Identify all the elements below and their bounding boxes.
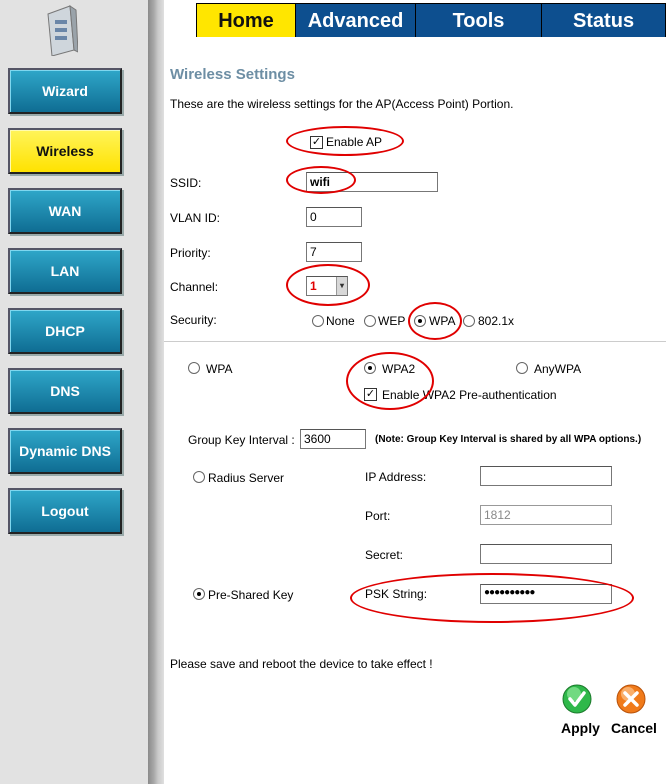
main-content: Home Advanced Tools Status Wireless Sett… (164, 0, 666, 784)
annotation-oval (350, 573, 634, 623)
annotation-oval (408, 302, 462, 340)
sidebar: Wizard Wireless WAN LAN DHCP DNS Dynamic… (0, 0, 148, 784)
sidebar-item-wizard[interactable]: Wizard (8, 68, 122, 114)
security-label: Security: (170, 313, 217, 327)
security-wep-radio[interactable] (364, 315, 376, 327)
wpa-mode-anywpa-label: AnyWPA (534, 362, 582, 376)
apply-button[interactable]: Apply (561, 720, 600, 736)
security-none-label: None (326, 314, 355, 328)
ip-address-input[interactable] (480, 466, 612, 486)
vlan-input[interactable]: 0 (306, 207, 362, 227)
tab-tools[interactable]: Tools (416, 3, 542, 37)
tab-advanced[interactable]: Advanced (296, 3, 416, 37)
radius-server-label: Radius Server (208, 471, 285, 485)
apply-check-icon[interactable] (562, 684, 592, 714)
priority-label: Priority: (170, 246, 211, 260)
sidebar-item-dynamic-dns[interactable]: Dynamic DNS (8, 428, 122, 474)
annotation-oval (346, 352, 434, 410)
tab-bar: Home Advanced Tools Status (164, 0, 666, 38)
group-key-input[interactable]: 3600 (300, 429, 366, 449)
annotation-oval (286, 126, 404, 156)
ip-address-label: IP Address: (365, 470, 427, 484)
ssid-label: SSID: (170, 176, 202, 190)
tab-home[interactable]: Home (196, 3, 296, 37)
security-8021x-label: 802.1x (478, 314, 515, 328)
sidebar-item-wan[interactable]: WAN (8, 188, 122, 234)
priority-input[interactable]: 7 (306, 242, 362, 262)
sidebar-item-dhcp[interactable]: DHCP (8, 308, 122, 354)
psk-radio[interactable] (193, 588, 205, 600)
sidebar-item-dns[interactable]: DNS (8, 368, 122, 414)
secret-label: Secret: (365, 548, 404, 562)
security-8021x-radio[interactable] (463, 315, 475, 327)
wpa-mode-wpa-radio[interactable] (188, 362, 200, 374)
port-label: Port: (365, 509, 391, 523)
tab-status[interactable]: Status (542, 3, 666, 37)
annotation-oval (286, 166, 356, 194)
section-divider (164, 341, 666, 342)
radius-server-radio[interactable] (193, 471, 205, 483)
sidebar-item-lan[interactable]: LAN (8, 248, 122, 294)
security-wep-label: WEP (378, 314, 406, 328)
port-input[interactable]: 1812 (480, 505, 612, 525)
sidebar-item-wireless[interactable]: Wireless (8, 128, 122, 174)
group-key-label: Group Key Interval : (188, 433, 295, 447)
cancel-button[interactable]: Cancel (611, 720, 657, 736)
secret-input[interactable] (480, 544, 612, 564)
group-key-note: (Note: Group Key Interval is shared by a… (375, 434, 642, 445)
security-none-radio[interactable] (312, 315, 324, 327)
sidebar-item-logout[interactable]: Logout (8, 488, 122, 534)
wpa-mode-wpa-label: WPA (206, 362, 233, 376)
save-note: Please save and reboot the device to tak… (170, 657, 433, 671)
sidebar-divider (148, 0, 164, 784)
channel-label: Channel: (170, 280, 219, 294)
annotation-oval (286, 264, 370, 306)
vlan-label: VLAN ID: (170, 211, 221, 225)
router-device-icon (47, 5, 78, 56)
wpa-mode-anywpa-radio[interactable] (516, 362, 528, 374)
intro-text: These are the wireless settings for the … (170, 97, 514, 111)
page-title: Wireless Settings (170, 66, 295, 83)
cancel-x-icon[interactable] (616, 684, 646, 714)
psk-label: Pre-Shared Key (208, 588, 294, 602)
